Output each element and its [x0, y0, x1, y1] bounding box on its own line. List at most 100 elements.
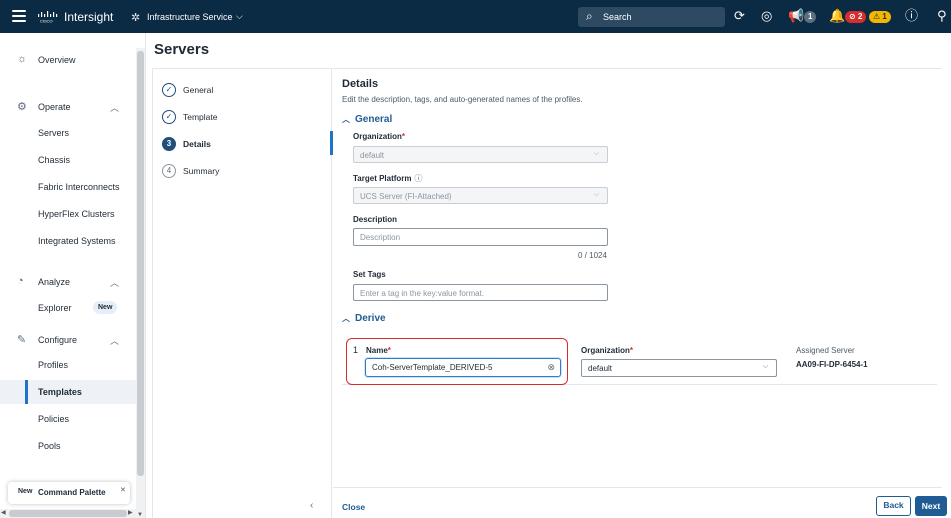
warning-alarm-badge[interactable]: ⚠ 1 — [869, 11, 891, 23]
new-badge: New — [93, 301, 118, 314]
chevron-up-icon[interactable]: ︿ — [110, 334, 119, 347]
step-summary[interactable]: 4 Summary — [162, 164, 322, 184]
sidebar-item-label: Chassis — [38, 155, 71, 165]
step-template[interactable]: ✓ Template — [162, 110, 322, 130]
sidebar-item-overview[interactable]: ☼ Overview — [0, 48, 136, 72]
check-icon: ✓ — [162, 110, 176, 124]
sidebar-item-hyperflex-clusters[interactable]: HyperFlex Clusters — [0, 202, 136, 226]
sidebar-item-label: Policies — [38, 414, 70, 424]
check-icon: ✓ — [162, 83, 176, 97]
step-number: 4 — [162, 164, 176, 178]
section-title: Derive — [355, 313, 386, 324]
tags-input[interactable]: Enter a tag in the key:value format. — [353, 284, 608, 301]
description-counter: 0 / 1024 — [578, 251, 607, 260]
sidebar-item-profiles[interactable]: Profiles — [0, 353, 136, 377]
new-label: New — [18, 488, 33, 495]
sidebar-section-configure[interactable]: ✎ Configure ︿ — [0, 328, 136, 352]
assigned-server-label: Assigned Server — [796, 346, 855, 355]
analyze-icon: ◔ — [17, 275, 24, 287]
profile-name-input[interactable]: Coh-ServerTemplate_DERIVED-5 ⊗ — [365, 358, 561, 377]
sidebar-item-explorer[interactable]: Explorer New — [0, 296, 136, 320]
derive-organization-label: Organization* — [581, 346, 633, 355]
target-platform-label: Target Platform ⓘ — [353, 173, 423, 184]
scrollbar-thumb[interactable] — [137, 51, 144, 476]
clear-icon[interactable]: ⊗ — [547, 362, 555, 373]
step-label: Summary — [183, 166, 220, 176]
current-step-indicator — [330, 131, 333, 155]
label-text: Organization — [581, 346, 630, 355]
warning-count: 1 — [882, 12, 887, 21]
sidebar-scrollbar[interactable]: ▼ — [136, 48, 145, 518]
chevron-left-icon[interactable]: ‹ — [310, 500, 313, 511]
sidebar-item-label: Configure — [38, 335, 78, 345]
name-label: Name* — [366, 346, 391, 355]
critical-alarm-badge[interactable]: ⊘ 2 — [845, 11, 867, 23]
sidebar-item-label: Analyze — [38, 277, 71, 287]
derive-organization-select[interactable]: default ⌵ — [581, 359, 777, 377]
sidebar-section-analyze[interactable]: ◔ Analyze ︿ — [0, 270, 136, 294]
critical-icon: ⊘ — [849, 12, 856, 21]
sidebar-item-servers[interactable]: Servers — [0, 121, 136, 145]
chevron-down-icon: ⌵ — [593, 150, 599, 157]
sidebar-item-label: Templates — [38, 387, 82, 397]
sidebar-item-templates[interactable]: Templates — [0, 380, 136, 404]
required-marker: * — [629, 346, 634, 355]
sidebar-item-label: HyperFlex Clusters — [38, 209, 115, 219]
sidebar-item-policies[interactable]: Policies — [0, 407, 136, 431]
required-marker: * — [387, 346, 391, 355]
announcement-count-badge[interactable]: 1 — [804, 11, 817, 23]
step-details[interactable]: 3 Details — [162, 137, 322, 157]
info-icon[interactable]: ⓘ — [415, 174, 423, 183]
details-subtitle: Edit the description, tags, and auto-gen… — [342, 95, 583, 104]
wrench-icon: ✎ — [17, 334, 27, 346]
chevron-up-icon: ︿ — [342, 115, 350, 124]
set-tags-label: Set Tags — [353, 270, 386, 279]
back-button[interactable]: Back — [876, 496, 911, 516]
sidebar-item-label: Pools — [38, 441, 61, 451]
close-button[interactable]: Close — [342, 502, 365, 512]
step-general[interactable]: ✓ General — [162, 83, 322, 103]
refresh-icon[interactable]: ⟳ — [734, 9, 745, 23]
search-bar[interactable]: ⌕ Search — [578, 7, 725, 27]
label-text: Target Platform — [353, 174, 412, 183]
select-value: UCS Server (FI-Attached) — [360, 192, 452, 201]
scrollbar-thumb[interactable] — [9, 510, 127, 517]
menu-icon[interactable] — [12, 10, 26, 22]
user-icon[interactable]: ⚲ — [937, 9, 947, 23]
sidebar-item-chassis[interactable]: Chassis — [0, 148, 136, 172]
command-palette-button[interactable]: New Command Palette ✕ — [8, 482, 130, 504]
page-title: Servers — [154, 41, 210, 58]
chevron-up-icon[interactable]: ︿ — [110, 101, 119, 114]
cisco-logo-icon: CISCO — [38, 11, 58, 23]
help-icon[interactable]: ⓘ — [905, 9, 918, 23]
scroll-left-icon[interactable]: ◀ — [1, 509, 6, 516]
sidebar-item-integrated-systems[interactable]: Integrated Systems — [0, 229, 136, 253]
scroll-down-icon[interactable]: ▼ — [137, 512, 143, 518]
sidebar-horizontal-scrollbar[interactable]: ◀ ▶ — [0, 509, 136, 518]
bell-icon[interactable]: 🔔 — [829, 9, 845, 23]
select-value: default — [588, 364, 613, 373]
chevron-down-icon: ⌵ — [593, 191, 599, 198]
general-section-header[interactable]: ︿ General — [342, 114, 392, 125]
required-marker: * — [401, 132, 406, 141]
check-circle-icon[interactable]: ◎ — [761, 9, 772, 23]
warning-icon: ⚠ — [873, 12, 881, 21]
tags-placeholder: Enter a tag in the key:value format. — [360, 289, 485, 298]
sidebar-item-fabric-interconnects[interactable]: Fabric Interconnects — [0, 175, 136, 199]
close-icon[interactable]: ✕ — [120, 486, 126, 494]
derive-section-header[interactable]: ︿ Derive — [342, 313, 386, 324]
description-textarea[interactable]: Description — [353, 228, 608, 246]
critical-count: 2 — [857, 12, 863, 21]
label-text: Name — [366, 346, 388, 355]
next-button[interactable]: Next — [915, 496, 947, 516]
sidebar-section-operate[interactable]: ⚙ Operate ︿ — [0, 95, 136, 119]
step-label: Details — [183, 139, 211, 149]
chevron-up-icon[interactable]: ︿ — [110, 276, 119, 289]
service-switcher[interactable]: Infrastructure Service — [147, 12, 233, 22]
description-label: Description — [353, 215, 398, 224]
sidebar-item-pools[interactable]: Pools — [0, 434, 136, 458]
chevron-down-icon[interactable]: ⌵ — [236, 11, 243, 22]
step-number: 3 — [162, 137, 176, 151]
megaphone-icon[interactable]: 📢 — [788, 9, 804, 23]
scroll-right-icon[interactable]: ▶ — [128, 509, 133, 516]
